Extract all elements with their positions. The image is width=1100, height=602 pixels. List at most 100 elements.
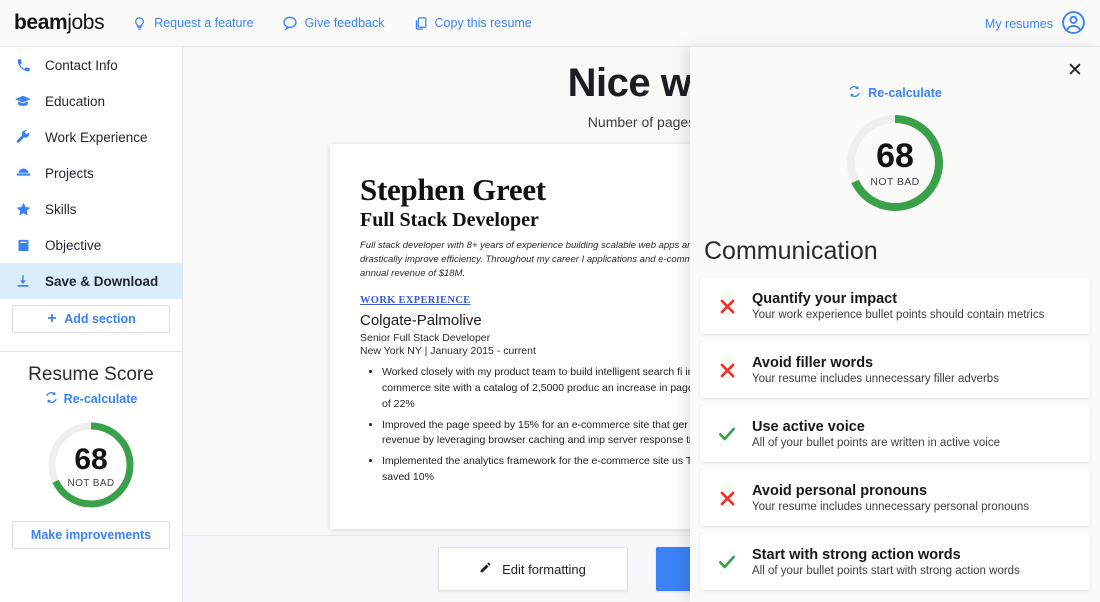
tip-item-avoid-personal-pronouns[interactable]: Avoid personal pronouns Your resume incl… [700,470,1090,526]
x-icon [716,361,738,380]
edit-formatting-button[interactable]: Edit formatting [437,547,628,591]
check-icon [716,552,738,572]
nav-copy-this-resume[interactable]: Copy this resume [413,16,532,31]
edit-formatting-label: Edit formatting [502,561,586,577]
nav-copy-this-resume-label: Copy this resume [434,16,532,30]
tip-description: Your work experience bullet points shoul… [752,309,1045,321]
tip-text: Start with strong action words All of yo… [752,547,1020,577]
sidebar-item-education-label: Education [45,93,106,109]
resume-section-heading: WORK EXPERIENCE [360,295,471,307]
sidebar-recalculate-label: Re-calculate [63,392,138,406]
nav-request-a-feature[interactable]: Request a feature [132,16,254,31]
close-icon[interactable]: ✕ [1064,59,1086,81]
resume-score-title: Resume Score [28,364,154,385]
wrench-icon [14,129,32,145]
tip-title: Quantify your impact [752,291,898,307]
x-icon [716,489,738,508]
brand-logo-bold: beam [14,11,68,34]
tip-description: All of your bullet points start with str… [752,565,1020,577]
sidebar-item-projects[interactable]: Projects [0,155,182,191]
pencil-icon [479,561,492,577]
sidebar-score-value: 68 [74,443,108,476]
tip-text: Use active voice All of your bullet poin… [752,419,1000,449]
sidebar-item-skills[interactable]: Skills [0,191,182,227]
sidebar-item-work-experience[interactable]: Work Experience [0,119,182,155]
sidebar-item-projects-label: Projects [45,165,94,181]
panel-section-heading: Communication [704,237,878,265]
resume-company: Colgate-Palmolive [360,312,482,330]
app-root: beamjobs Request a feature Give feedback [0,0,1100,602]
sidebar: Contact Info Education Work Experience P… [0,47,183,602]
resume-score-drawer: ✕ Re-calculate 68 NOT BAD Communication [690,47,1100,602]
sidebar-item-objective-label: Objective [45,237,102,253]
chat-bubble-icon [282,15,298,31]
tip-item-avoid-filler-words[interactable]: Avoid filler words Your resume includes … [700,342,1090,398]
top-nav-links: Request a feature Give feedback Copy thi… [132,15,532,31]
tip-description: All of your bullet points are written in… [752,437,1001,449]
copy-icon [413,16,428,31]
tip-item-use-active-voice[interactable]: Use active voice All of your bullet poin… [700,406,1090,462]
add-section-button[interactable]: Add section [12,305,170,333]
make-improvements-button[interactable]: Make improvements [12,521,170,549]
sidebar-item-work-experience-label: Work Experience [45,129,148,145]
phone-icon [14,58,32,73]
resume-job-meta: New York NY | January 2015 - current [360,345,536,358]
add-section-wrapper: Add section [0,299,182,333]
sidebar-score-rating: NOT BAD [67,478,115,489]
panel-score-value: 68 [876,137,914,175]
tip-text: Avoid personal pronouns Your resume incl… [752,483,1029,513]
resume-name: Stephen Greet [360,172,546,207]
sidebar-item-contact-info[interactable]: Contact Info [0,47,182,83]
nav-give-feedback[interactable]: Give feedback [282,15,385,31]
my-resumes-button[interactable]: My resumes [985,0,1086,47]
panel-score-rating: NOT BAD [870,176,920,188]
tip-title: Use active voice [752,419,865,435]
make-improvements-label: Make improvements [30,528,152,542]
tip-title: Start with strong action words [752,547,961,563]
panel-recalculate-label: Re-calculate [868,86,942,100]
top-navigation-bar: beamjobs Request a feature Give feedback [0,0,1100,47]
my-resumes-label: My resumes [984,16,1053,31]
sidebar-item-skills-label: Skills [45,201,77,217]
graduation-cap-icon [14,92,32,110]
tip-title: Avoid personal pronouns [752,483,928,499]
make-improvements-wrapper: Make improvements [0,511,182,549]
user-circle-icon [1061,10,1086,38]
check-icon [716,424,738,444]
tips-list: Quantify your impact Your work experienc… [700,278,1090,590]
tip-item-start-with-strong-action-words[interactable]: Start with strong action words All of yo… [700,534,1090,590]
resume-preview-page[interactable]: Stephen Greet Full Stack Developer Full … [330,144,750,529]
brand-logo-light: jobs [67,11,105,34]
hard-hat-icon [14,165,32,182]
book-icon [14,238,32,253]
lightbulb-icon [132,16,147,31]
tip-title: Avoid filler words [752,355,874,371]
tip-description: Your resume includes unnecessary filler … [752,373,999,385]
resume-score-panel: Resume Score Re-calculate 68 NOT BAD Mak… [0,352,182,549]
add-section-label: Add section [64,312,136,326]
sidebar-item-save-and-download-label: Save & Download [45,273,159,289]
panel-score-value-wrap: 68 NOT BAD [843,139,947,188]
panel-recalculate-button[interactable]: Re-calculate [690,85,1100,101]
sidebar-score-ring: 68 NOT BAD [45,419,137,511]
refresh-icon [848,85,861,101]
download-icon [14,273,32,289]
resume-job-title: Senior Full Stack Developer [360,332,491,345]
nav-give-feedback-label: Give feedback [304,16,385,30]
sidebar-item-contact-info-label: Contact Info [45,57,118,73]
sidebar-item-save-and-download[interactable]: Save & Download [0,263,182,299]
star-icon [14,201,32,218]
tip-description: Your resume includes unnecessary persona… [752,501,1030,513]
tip-text: Avoid filler words Your resume includes … [752,355,999,385]
x-icon [716,297,738,316]
nav-request-a-feature-label: Request a feature [154,16,254,30]
sidebar-recalculate-button[interactable]: Re-calculate [45,391,138,407]
resume-role: Full Stack Developer [360,209,539,231]
tip-text: Quantify your impact Your work experienc… [752,291,1044,321]
tip-item-quantify-your-impact[interactable]: Quantify your impact Your work experienc… [700,278,1090,334]
brand-logo[interactable]: beamjobs [14,11,105,35]
sidebar-item-objective[interactable]: Objective [0,227,182,263]
sidebar-item-education[interactable]: Education [0,83,182,119]
refresh-icon [45,391,58,407]
sidebar-score-value-wrap: 68 NOT BAD [45,443,137,490]
